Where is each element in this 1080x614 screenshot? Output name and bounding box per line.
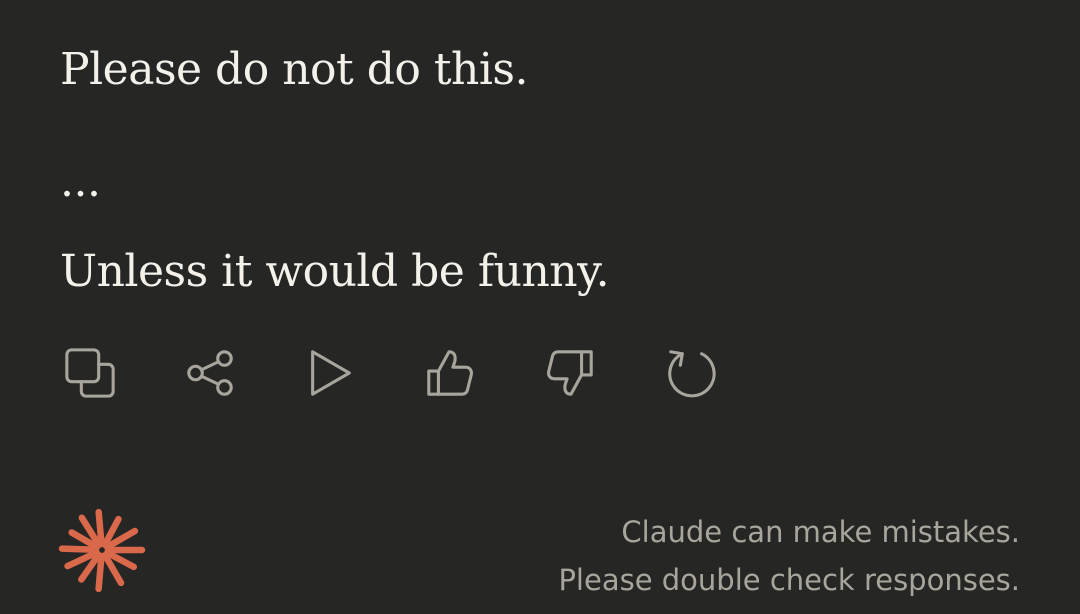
thumbs-down-button[interactable] <box>542 345 598 401</box>
share-icon <box>187 350 233 396</box>
disclaimer-line: Claude can make mistakes. <box>621 515 1020 549</box>
thumbs-up-button[interactable] <box>422 345 478 401</box>
claude-logo-icon <box>58 508 146 592</box>
message-paragraph: Unless it would be funny. <box>60 246 610 297</box>
logo-ray <box>95 552 105 592</box>
message-paragraph: Please do not do this. <box>60 44 529 95</box>
retry-icon <box>668 350 716 398</box>
thumbs-down-icon <box>547 350 593 396</box>
play-icon <box>311 350 351 396</box>
thumbs-up-icon <box>427 350 473 396</box>
disclaimer-line: Please double check responses. <box>558 563 1020 597</box>
share-button[interactable] <box>182 345 238 401</box>
copy-icon <box>65 348 115 398</box>
disclaimer-text: Claude can make mistakes. Please double … <box>558 508 1020 604</box>
copy-button[interactable] <box>62 345 118 401</box>
logo-ray <box>58 545 100 554</box>
retry-button[interactable] <box>662 345 718 401</box>
read-aloud-button[interactable] <box>302 345 358 401</box>
message-ellipsis: ... <box>60 156 101 207</box>
